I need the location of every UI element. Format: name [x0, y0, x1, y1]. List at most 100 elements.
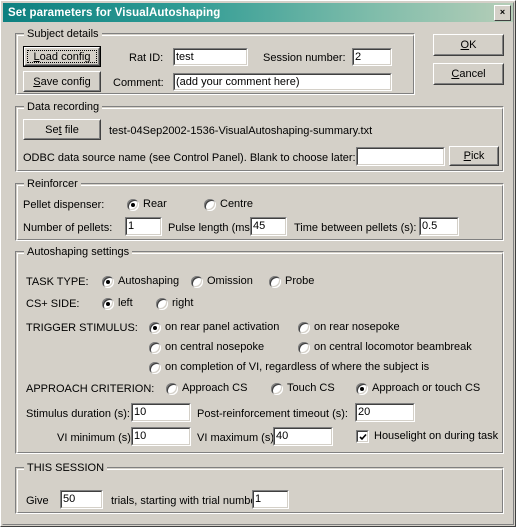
radio-icon — [102, 297, 114, 310]
time-between-pellets-label: Time between pellets (s): — [294, 222, 417, 234]
save-config-button-label: Save config — [33, 75, 91, 88]
radio-label: on central locomotor beambreak — [314, 341, 472, 353]
rat-id-input[interactable]: test — [173, 48, 248, 66]
approach-criterion-label: APPROACH CRITERION: — [26, 383, 155, 395]
radio-icon — [156, 297, 168, 310]
number-of-pellets-input[interactable]: 1 — [125, 217, 162, 236]
radio-pellet-dispenser-centre[interactable]: Centre — [204, 198, 253, 211]
radio-task-type-omission[interactable]: Omission — [191, 275, 253, 288]
radio-icon — [298, 341, 310, 354]
radio-label: Probe — [285, 275, 315, 287]
window-title: Set parameters for VisualAutoshaping — [8, 6, 221, 19]
set-file-button[interactable]: Set file — [23, 119, 101, 140]
group-this-session-title: THIS SESSION — [24, 462, 108, 474]
radio-approach-criterion-approach-cs[interactable]: Approach CS — [166, 382, 247, 395]
radio-icon — [102, 275, 114, 288]
radio-icon — [269, 275, 281, 288]
comment-value: (add your comment here) — [176, 76, 300, 88]
radio-icon — [149, 321, 161, 334]
radio-label: Omission — [207, 275, 253, 287]
odbc-input[interactable] — [356, 147, 445, 166]
radio-label: on central nosepoke — [165, 341, 265, 353]
number-of-pellets-label: Number of pellets: — [23, 222, 113, 234]
radio-icon — [166, 382, 178, 395]
pellet-dispenser-label: Pellet dispenser: — [23, 199, 105, 211]
vi-minimum-input[interactable]: 10 — [131, 427, 191, 446]
pulse-length-label: Pulse length (ms): — [168, 222, 257, 234]
trigger-stimulus-label: TRIGGER STIMULUS: — [26, 322, 138, 334]
give-label: Give — [26, 495, 49, 507]
cancel-button-label: Cancel — [451, 68, 486, 80]
session-number-value: 2 — [355, 51, 362, 63]
radio-icon — [149, 341, 161, 354]
radio-pellet-dispenser-rear[interactable]: Rear — [127, 198, 167, 211]
pulse-length-value: 45 — [253, 220, 266, 232]
save-config-button[interactable]: Save config — [23, 71, 101, 92]
radio-icon — [298, 321, 310, 334]
houselight-checkbox[interactable]: Houselight on during task — [356, 430, 498, 443]
radio-icon — [191, 275, 203, 288]
post-reinforcement-timeout-input[interactable]: 20 — [355, 403, 415, 422]
title-bar[interactable]: Set parameters for VisualAutoshaping × — [3, 3, 513, 22]
radio-cs-side-left[interactable]: left — [102, 297, 133, 310]
start-trial-number-value: 1 — [255, 493, 262, 505]
time-between-pellets-value: 0.5 — [422, 220, 438, 232]
radio-label: on rear nosepoke — [314, 321, 400, 333]
cs-side-label: CS+ SIDE: — [26, 298, 80, 310]
radio-task-type-probe[interactable]: Probe — [269, 275, 314, 288]
set-file-button-label: Set file — [45, 123, 79, 136]
vi-maximum-label: VI maximum (s): — [197, 432, 278, 444]
post-reinforcement-timeout-value: 20 — [358, 406, 371, 418]
radio-icon — [149, 361, 161, 374]
radio-label: Approach CS — [182, 382, 248, 394]
task-type-label: TASK TYPE: — [26, 276, 89, 288]
radio-label: on completion of VI, regardless of where… — [165, 361, 430, 373]
radio-label: Rear — [143, 198, 167, 210]
pulse-length-input[interactable]: 45 — [250, 217, 287, 236]
load-config-button[interactable]: Load config — [23, 46, 101, 67]
trials-label: trials, starting with trial number — [111, 495, 261, 507]
radio-trigger-central-locomotor-beambreak[interactable]: on central locomotor beambreak — [298, 341, 472, 354]
radio-approach-criterion-touch-cs[interactable]: Touch CS — [271, 382, 335, 395]
session-number-input[interactable]: 2 — [352, 48, 392, 66]
radio-label: left — [118, 297, 133, 309]
radio-icon — [271, 382, 283, 395]
radio-icon — [127, 198, 139, 211]
houselight-label: Houselight on during task — [374, 430, 499, 442]
vi-maximum-input[interactable]: 40 — [273, 427, 333, 446]
radio-trigger-rear-nosepoke[interactable]: on rear nosepoke — [298, 321, 400, 334]
pick-button[interactable]: Pick — [449, 146, 499, 166]
stimulus-duration-value: 10 — [134, 406, 147, 418]
radio-label: Touch CS — [287, 382, 335, 394]
radio-label: Centre — [220, 198, 254, 210]
radio-label: Autoshaping — [118, 275, 180, 287]
group-reinforcer-title: Reinforcer — [24, 178, 81, 190]
trials-count-input[interactable]: 50 — [60, 490, 103, 509]
trials-count-value: 50 — [63, 493, 76, 505]
close-icon[interactable]: × — [494, 5, 511, 21]
odbc-label: ODBC data source name (see Control Panel… — [23, 152, 356, 164]
load-config-button-label: Load config — [33, 50, 91, 63]
cancel-button[interactable]: Cancel — [433, 63, 504, 85]
radio-trigger-central-nosepoke[interactable]: on central nosepoke — [149, 341, 264, 354]
stimulus-duration-input[interactable]: 10 — [131, 403, 191, 422]
radio-trigger-rear-panel-activation[interactable]: on rear panel activation — [149, 321, 279, 334]
pick-button-label: Pick — [463, 150, 485, 162]
radio-cs-side-right[interactable]: right — [156, 297, 193, 310]
vi-minimum-label: VI minimum (s): — [57, 432, 134, 444]
stimulus-duration-label: Stimulus duration (s): — [26, 408, 130, 420]
radio-label: on rear panel activation — [165, 321, 280, 333]
radio-trigger-on-completion-of-vi[interactable]: on completion of VI, regardless of where… — [149, 361, 429, 374]
radio-approach-criterion-approach-or-touch-cs[interactable]: Approach or touch CS — [356, 382, 480, 395]
ok-button[interactable]: OK — [433, 34, 504, 56]
checkbox-icon — [356, 430, 369, 443]
start-trial-number-input[interactable]: 1 — [252, 490, 289, 509]
odbc-value — [357, 148, 444, 150]
time-between-pellets-input[interactable]: 0.5 — [419, 217, 459, 236]
comment-input[interactable]: (add your comment here) — [173, 73, 392, 91]
ok-button-label: OK — [460, 39, 477, 51]
radio-icon — [356, 382, 368, 395]
number-of-pellets-value: 1 — [128, 220, 135, 232]
post-reinforcement-timeout-label: Post-reinforcement timeout (s): — [197, 408, 348, 420]
radio-task-type-autoshaping[interactable]: Autoshaping — [102, 275, 179, 288]
